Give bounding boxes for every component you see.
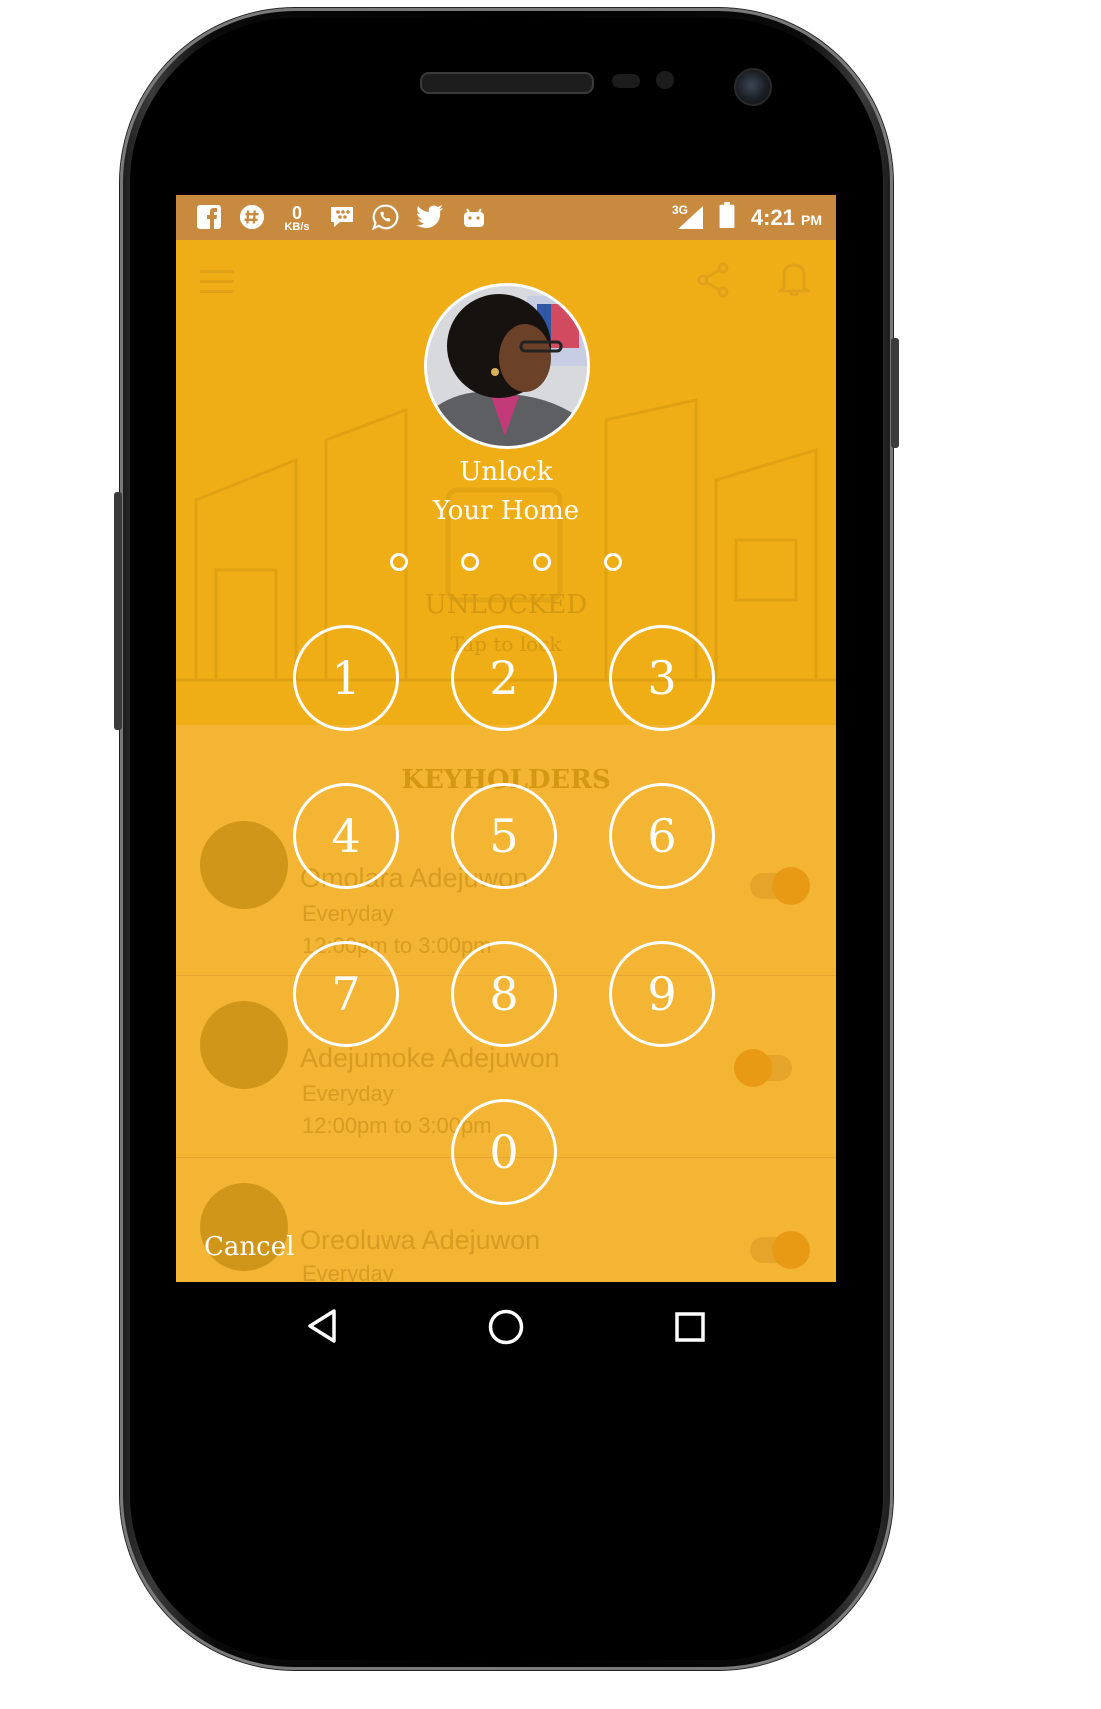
keypad-key-2[interactable]: 2 xyxy=(451,625,557,731)
lock-status-text: UNLOCKED xyxy=(424,590,588,620)
recents-icon[interactable] xyxy=(674,1311,706,1343)
keypad-key-1[interactable]: 1 xyxy=(293,625,399,731)
power-button xyxy=(891,338,899,448)
light-sensor xyxy=(656,71,674,89)
keyholder-days: Everyday xyxy=(302,1261,394,1282)
screen: UNLOCKED Tap to lock KEYHOLDERS Omolara … xyxy=(176,195,836,1282)
front-camera xyxy=(734,68,772,106)
volume-button xyxy=(114,492,122,730)
data-rate-value: 0 xyxy=(291,202,302,223)
pin-dot xyxy=(604,553,622,571)
keypad-key-7[interactable]: 7 xyxy=(293,941,399,1047)
keypad-key-9[interactable]: 9 xyxy=(609,941,715,1047)
unlock-title: Unlock xyxy=(459,457,553,487)
keypad-key-3[interactable]: 3 xyxy=(609,625,715,731)
menu-icon[interactable] xyxy=(200,270,234,294)
keyholder-name: Adejumoke Adejuwon xyxy=(300,1043,560,1073)
keyholder-toggle[interactable] xyxy=(750,867,810,905)
data-rate-icon: 0 KB/s xyxy=(282,200,312,236)
clock-ampm: PM xyxy=(801,212,822,228)
hash-icon xyxy=(239,204,265,230)
earpiece-speaker xyxy=(420,72,594,94)
clock: 4:21 PM xyxy=(751,205,822,231)
unlock-subtitle: Your Home xyxy=(432,496,580,526)
keyholder-avatar xyxy=(200,821,288,909)
android-icon xyxy=(464,208,484,227)
pin-dot xyxy=(390,553,408,571)
bbm-icon xyxy=(331,207,353,227)
keyholder-days: Everyday xyxy=(302,901,394,926)
profile-photo xyxy=(427,286,587,446)
keypad-key-8[interactable]: 8 xyxy=(451,941,557,1047)
back-icon[interactable] xyxy=(306,1308,338,1344)
bell-icon[interactable] xyxy=(778,260,810,298)
share-icon[interactable] xyxy=(696,262,730,298)
keyholder-avatar xyxy=(200,1001,288,1089)
proximity-sensor xyxy=(612,74,640,88)
data-rate-unit: KB/s xyxy=(284,220,310,233)
battery-icon xyxy=(719,202,735,228)
keyholder-toggle[interactable] xyxy=(734,1049,792,1087)
keyholder-toggle[interactable] xyxy=(750,1231,810,1269)
keypad-key-6[interactable]: 6 xyxy=(609,783,715,889)
cancel-button[interactable]: Cancel xyxy=(204,1232,294,1262)
clock-time: 4:21 xyxy=(750,205,795,230)
home-icon[interactable] xyxy=(488,1309,524,1345)
facebook-icon xyxy=(197,205,221,229)
avatar xyxy=(424,283,590,449)
pin-dot xyxy=(533,553,551,571)
pin-dot xyxy=(461,553,479,571)
signal-icon xyxy=(678,206,703,229)
navigation-bar xyxy=(176,1282,836,1369)
keypad-key-0[interactable]: 0 xyxy=(451,1099,557,1205)
keypad-key-5[interactable]: 5 xyxy=(451,783,557,889)
status-bar: 0 KB/s 3G 4:21 PM xyxy=(176,195,836,240)
keyholder-name: Oreoluwa Adejuwon xyxy=(300,1225,541,1255)
twitter-icon xyxy=(416,205,443,229)
keypad-key-4[interactable]: 4 xyxy=(293,783,399,889)
keyholder-days: Everyday xyxy=(302,1081,394,1106)
whatsapp-icon xyxy=(372,204,399,230)
